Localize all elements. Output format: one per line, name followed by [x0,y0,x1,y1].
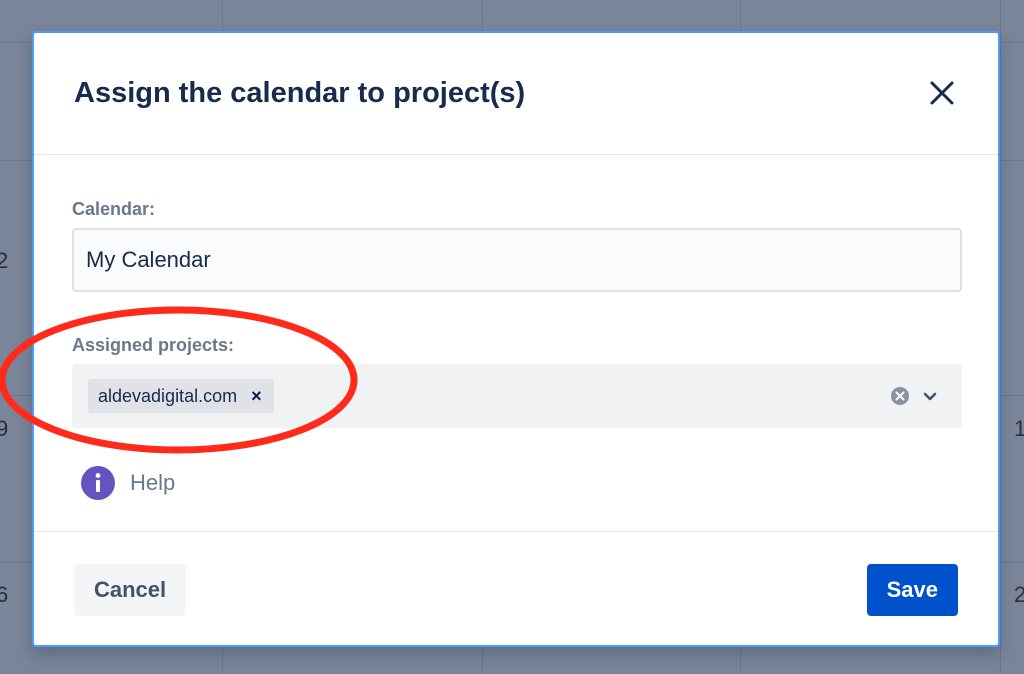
project-tag-label: aldevadigital.com [98,385,238,406]
project-tag: aldevadigital.com × [88,379,274,413]
dialog-header: Assign the calendar to project(s) [34,33,998,155]
grid-line [1000,0,1001,674]
info-icon [80,465,116,501]
day-number: 9 [0,416,9,441]
dialog-title: Assign the calendar to project(s) [74,77,526,109]
assign-calendar-dialog: Assign the calendar to project(s) Calend… [32,31,1000,647]
close-button[interactable] [926,77,958,109]
day-number: 1 [1014,416,1024,441]
close-icon [930,81,954,105]
assigned-projects-label: Assigned projects: [72,335,235,355]
dialog-body: Calendar: Assigned projects: aldevadigit… [34,155,998,532]
cancel-button[interactable]: Cancel [74,564,187,616]
help-link[interactable]: Help [80,465,175,501]
assigned-projects-select[interactable]: aldevadigital.com × [72,364,962,428]
day-number: 2 [1014,582,1024,607]
calendar-field[interactable] [72,228,962,292]
day-number: 6 [0,582,9,607]
chevron-down-icon[interactable] [920,386,940,406]
calendar-label: Calendar: [72,199,156,219]
tag-remove-icon[interactable]: × [251,386,262,407]
dialog-footer: Cancel Save [34,532,998,649]
day-number: 2 [0,248,9,273]
save-button[interactable]: Save [866,564,958,616]
clear-icon[interactable] [890,386,910,406]
help-label: Help [130,470,176,495]
